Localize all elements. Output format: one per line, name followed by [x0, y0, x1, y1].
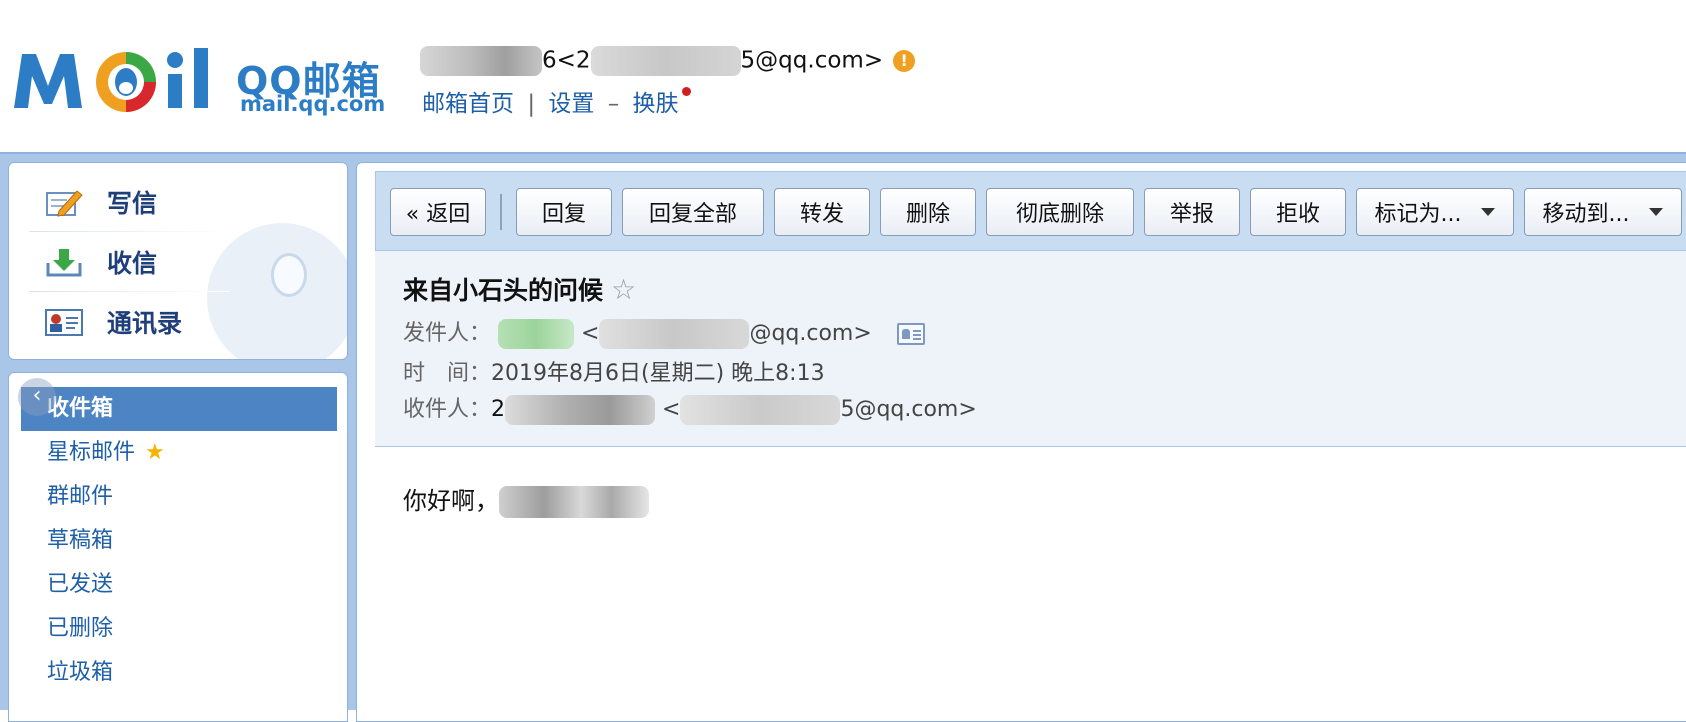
mail-view: « 返回 回复 回复全部 转发 删除 彻底删除 举报 拒收 标记为... 移动到…: [356, 162, 1686, 722]
nav-settings[interactable]: 设置: [548, 91, 594, 117]
reply-all-button[interactable]: 回复全部: [622, 188, 764, 236]
divider: [29, 291, 229, 292]
folder-label: 收件箱: [47, 396, 114, 421]
chevron-down-icon: [1481, 208, 1496, 216]
folder-label: 垃圾箱: [47, 660, 114, 685]
recipient-label: 收件人：: [403, 397, 492, 422]
time-row: 时 间：2019年8月6日(星期二) 晚上8:13: [403, 355, 825, 387]
redacted-recipient-name: [505, 395, 656, 425]
delete-button[interactable]: 删除: [880, 188, 976, 236]
header: QQ邮箱 mail.qq.com 6<2 5@qq.com>! 邮箱首页 | 设置…: [0, 0, 1686, 152]
back-button[interactable]: « 返回: [390, 188, 486, 236]
mark-as-dropdown[interactable]: 标记为...: [1356, 188, 1514, 236]
folder-label: 星标邮件: [47, 440, 136, 465]
sender-row: 发件人： < @qq.com>: [403, 315, 925, 349]
redacted-recipient-email: [680, 395, 841, 425]
nav-separator: |: [527, 91, 536, 117]
collapse-sidebar-icon[interactable]: ‹: [18, 378, 56, 416]
mail-header: 来自小石头的问候 ☆ 发件人： < @qq.com> 时 间：2019年8月6日(星…: [375, 251, 1686, 447]
contacts-button[interactable]: 通讯录: [45, 293, 182, 351]
recipient-lt: <: [662, 397, 681, 422]
mail-subject: 来自小石头的问候 ☆: [403, 271, 636, 307]
contacts-icon: [45, 307, 83, 337]
sender-lt: <: [581, 321, 600, 346]
star-icon: ★: [145, 440, 165, 465]
folder-sent[interactable]: 已发送: [21, 563, 337, 607]
move-to-dropdown[interactable]: 移动到...: [1524, 188, 1682, 236]
recipient-row: 收件人：2 <5@qq.com>: [403, 391, 977, 425]
account-info: 6<2 5@qq.com>!: [420, 46, 916, 76]
forward-button[interactable]: 转发: [774, 188, 870, 236]
folder-label: 已删除: [47, 616, 114, 641]
folder-label: 草稿箱: [47, 528, 114, 553]
compose-icon: [45, 187, 83, 217]
reply-button[interactable]: 回复: [516, 188, 612, 236]
nav-mail-home[interactable]: 邮箱首页: [422, 91, 514, 117]
compose-label: 写信: [107, 189, 158, 218]
inbox-receive-button[interactable]: 收信: [45, 233, 157, 291]
reject-sender-button[interactable]: 拒收: [1250, 188, 1346, 236]
greeting-text: 你好啊，: [403, 487, 499, 515]
folder-inbox[interactable]: 收件箱: [21, 387, 337, 431]
time-label: 时 间：: [403, 361, 492, 386]
folder-deleted[interactable]: 已删除: [21, 607, 337, 651]
quick-actions-panel: 写信 收信 通讯录: [8, 162, 348, 360]
moil-logo-icon: [14, 48, 208, 112]
warning-icon[interactable]: !: [893, 50, 916, 72]
compose-button[interactable]: 写信: [45, 173, 157, 231]
folder-group-mail[interactable]: 群邮件: [21, 475, 337, 519]
redacted-account: [590, 46, 741, 76]
top-nav: 邮箱首页 | 设置 – 换肤: [422, 84, 691, 118]
mark-as-label: 标记为...: [1374, 202, 1462, 227]
recipient-name[interactable]: 2: [491, 397, 505, 422]
nav-dash: –: [607, 91, 620, 117]
account-suffix: 5@qq.com>: [740, 47, 884, 74]
account-prefix: 6<2: [542, 47, 591, 74]
folder-drafts[interactable]: 草稿箱: [21, 519, 337, 563]
receive-label: 收信: [107, 249, 158, 278]
sender-label: 发件人：: [403, 321, 492, 346]
folder-label: 已发送: [47, 572, 114, 597]
recipient-email[interactable]: 5@qq.com>: [840, 397, 976, 422]
redacted-body-name: [499, 486, 649, 518]
mail-body: 你好啊，: [403, 481, 649, 518]
redacted-sender-email: [599, 319, 750, 349]
chevron-down-icon: [1649, 208, 1664, 216]
add-contact-icon[interactable]: [896, 323, 925, 345]
delete-permanently-button[interactable]: 彻底删除: [986, 188, 1134, 236]
time-value: 2019年8月6日(星期二) 晚上8:13: [491, 361, 825, 386]
report-spam-button[interactable]: 举报: [1144, 188, 1240, 236]
logo-url: mail.qq.com: [240, 92, 386, 116]
receive-mail-icon: [45, 247, 83, 277]
penguin-eye-icon: [271, 253, 307, 297]
notification-dot-icon: [681, 87, 691, 96]
contacts-label: 通讯录: [107, 309, 183, 338]
folder-trash[interactable]: 垃圾箱: [21, 651, 337, 695]
folder-panel: 收件箱 星标邮件 ★ 群邮件 草稿箱 已发送 已删除 垃圾箱: [8, 372, 348, 722]
folder-starred[interactable]: 星标邮件 ★: [21, 431, 337, 475]
subject-text: 来自小石头的问候: [403, 276, 604, 305]
sender-email[interactable]: @qq.com>: [749, 321, 871, 346]
folder-label: 群邮件: [47, 484, 114, 509]
move-to-label: 移动到...: [1542, 202, 1630, 227]
redacted-sender-name[interactable]: [498, 319, 575, 349]
redacted-nickname: [420, 46, 542, 76]
nav-change-skin[interactable]: 换肤: [633, 91, 679, 117]
mail-toolbar: « 返回 回复 回复全部 转发 删除 彻底删除 举报 拒收 标记为... 移动到…: [375, 171, 1686, 251]
toolbar-separator: [500, 194, 502, 230]
star-toggle-icon[interactable]: ☆: [611, 273, 636, 306]
divider: [29, 231, 229, 232]
